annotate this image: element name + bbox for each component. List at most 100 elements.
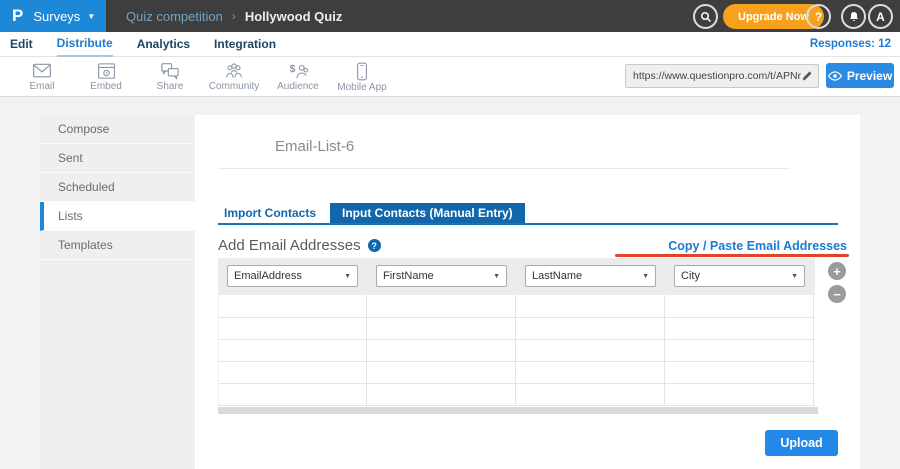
chevron-down-icon: ▼ bbox=[642, 273, 649, 280]
help-button[interactable]: ? bbox=[806, 4, 831, 29]
contact-cell[interactable] bbox=[665, 340, 814, 361]
contact-row bbox=[218, 295, 815, 317]
contact-cell[interactable] bbox=[218, 295, 367, 317]
tab-underline bbox=[218, 223, 838, 225]
nav-item-distribute[interactable]: Distribute bbox=[57, 32, 113, 57]
sidebar-item-sent[interactable]: Sent bbox=[40, 144, 195, 173]
survey-url-input[interactable] bbox=[633, 70, 801, 82]
survey-nav: Edit Distribute Analytics Integration Re… bbox=[0, 32, 900, 57]
contact-cell[interactable] bbox=[665, 295, 814, 317]
contact-cell[interactable] bbox=[516, 340, 665, 361]
contact-cell[interactable] bbox=[218, 340, 367, 361]
add-email-heading-text: Add Email Addresses bbox=[218, 237, 361, 254]
contact-row bbox=[218, 339, 815, 361]
nav-item-edit[interactable]: Edit bbox=[10, 33, 33, 56]
preview-button[interactable]: Preview bbox=[826, 63, 894, 88]
contacts-table-body bbox=[218, 295, 815, 406]
contact-cell[interactable] bbox=[516, 384, 665, 405]
mobile-icon bbox=[356, 62, 368, 81]
contact-cell[interactable] bbox=[516, 318, 665, 339]
questionpro-logo: P bbox=[12, 6, 23, 26]
help-icon[interactable]: ? bbox=[368, 239, 381, 252]
avatar-initial: A bbox=[876, 10, 885, 24]
chevron-down-icon: ▼ bbox=[344, 273, 351, 280]
toolbar-item-email[interactable]: Email bbox=[10, 57, 74, 97]
toolbar-item-share[interactable]: Share bbox=[138, 57, 202, 97]
sidebar-item-scheduled[interactable]: Scheduled bbox=[40, 173, 195, 202]
contact-cell[interactable] bbox=[665, 362, 814, 383]
contacts-table-header: EmailAddress ▼ FirstName ▼ LastName ▼ Ci… bbox=[218, 258, 815, 295]
community-icon bbox=[224, 62, 244, 80]
nav-item-analytics[interactable]: Analytics bbox=[137, 33, 190, 56]
title-divider bbox=[218, 168, 790, 169]
account-avatar[interactable]: A bbox=[868, 4, 893, 29]
column-select-lastname[interactable]: LastName ▼ bbox=[525, 265, 656, 287]
select-value: FirstName bbox=[377, 270, 434, 282]
contact-cell[interactable] bbox=[665, 318, 814, 339]
toolbar-item-embed[interactable]: Embed bbox=[74, 57, 138, 97]
contact-cell[interactable] bbox=[516, 362, 665, 383]
select-value: City bbox=[675, 270, 700, 282]
email-sidebar: Compose Sent Scheduled Lists Templates bbox=[40, 115, 195, 469]
contact-cell[interactable] bbox=[367, 384, 516, 405]
add-email-heading: Add Email Addresses ? bbox=[218, 237, 381, 254]
copy-paste-link[interactable]: Copy / Paste Email Addresses bbox=[668, 239, 847, 253]
add-row-button[interactable]: + bbox=[828, 262, 846, 280]
column-header: City ▼ bbox=[665, 258, 814, 295]
bell-icon bbox=[848, 10, 860, 23]
envelope-icon bbox=[32, 62, 52, 80]
sidebar-item-compose[interactable]: Compose bbox=[40, 115, 195, 144]
contact-cell[interactable] bbox=[367, 318, 516, 339]
upload-button[interactable]: Upload bbox=[765, 430, 838, 456]
tab-import-contacts[interactable]: Import Contacts bbox=[218, 203, 322, 223]
chevron-down-icon: ▼ bbox=[791, 273, 798, 280]
eye-icon bbox=[828, 71, 842, 81]
pencil-edit-icon[interactable] bbox=[801, 70, 813, 82]
question-mark-icon: ? bbox=[815, 10, 822, 24]
add-email-header: Add Email Addresses ? Copy / Paste Email… bbox=[218, 237, 847, 254]
column-select-emailaddress[interactable]: EmailAddress ▼ bbox=[227, 265, 358, 287]
toolbar-item-audience[interactable]: $ Audience bbox=[266, 57, 330, 97]
toolbar-item-mobile-app[interactable]: Mobile App bbox=[330, 57, 394, 97]
contact-cell[interactable] bbox=[218, 384, 367, 405]
search-button[interactable] bbox=[693, 4, 718, 29]
toolbar-item-community[interactable]: Community bbox=[202, 57, 266, 97]
breadcrumb: Quiz competition › Hollywood Quiz bbox=[126, 0, 342, 32]
contact-cell[interactable] bbox=[367, 340, 516, 361]
toolbar-label: Share bbox=[157, 81, 184, 92]
chevron-down-icon: ▼ bbox=[87, 12, 95, 21]
contact-cell[interactable] bbox=[516, 295, 665, 317]
toolbar-label: Audience bbox=[277, 81, 319, 92]
surveys-app-menu[interactable]: P Surveys ▼ bbox=[0, 0, 106, 32]
remove-row-button[interactable]: − bbox=[828, 285, 846, 303]
column-select-city[interactable]: City ▼ bbox=[674, 265, 805, 287]
distribute-toolbar: Email Embed Share bbox=[0, 57, 900, 97]
breadcrumb-parent[interactable]: Quiz competition bbox=[126, 9, 223, 24]
contact-cell[interactable] bbox=[367, 362, 516, 383]
survey-url-box bbox=[625, 64, 819, 88]
sidebar-item-templates[interactable]: Templates bbox=[40, 231, 195, 260]
contact-row bbox=[218, 317, 815, 339]
search-icon bbox=[700, 11, 712, 23]
contacts-table: EmailAddress ▼ FirstName ▼ LastName ▼ Ci… bbox=[218, 258, 815, 414]
contact-cell[interactable] bbox=[665, 384, 814, 405]
top-bar: P Surveys ▼ Quiz competition › Hollywood… bbox=[0, 0, 900, 32]
lists-panel: Email-List-6 Import Contacts Input Conta… bbox=[195, 115, 860, 469]
nav-item-integration[interactable]: Integration bbox=[214, 33, 276, 56]
column-select-firstname[interactable]: FirstName ▼ bbox=[376, 265, 507, 287]
column-header: EmailAddress ▼ bbox=[218, 258, 367, 295]
contact-row bbox=[218, 361, 815, 383]
tab-input-contacts-manual[interactable]: Input Contacts (Manual Entry) bbox=[330, 203, 525, 223]
svg-text:$: $ bbox=[289, 63, 295, 75]
sidebar-item-lists[interactable]: Lists bbox=[40, 202, 195, 231]
contact-cell[interactable] bbox=[367, 295, 516, 317]
contact-cell[interactable] bbox=[218, 362, 367, 383]
notifications-button[interactable] bbox=[841, 4, 866, 29]
column-header: LastName ▼ bbox=[516, 258, 665, 295]
contact-cell[interactable] bbox=[218, 318, 367, 339]
breadcrumb-current: Hollywood Quiz bbox=[245, 9, 343, 24]
horizontal-scrollbar[interactable] bbox=[218, 407, 818, 414]
contact-row bbox=[218, 383, 815, 405]
responses-count[interactable]: Responses: 12 bbox=[810, 32, 891, 57]
toolbar-label: Email bbox=[29, 81, 54, 92]
